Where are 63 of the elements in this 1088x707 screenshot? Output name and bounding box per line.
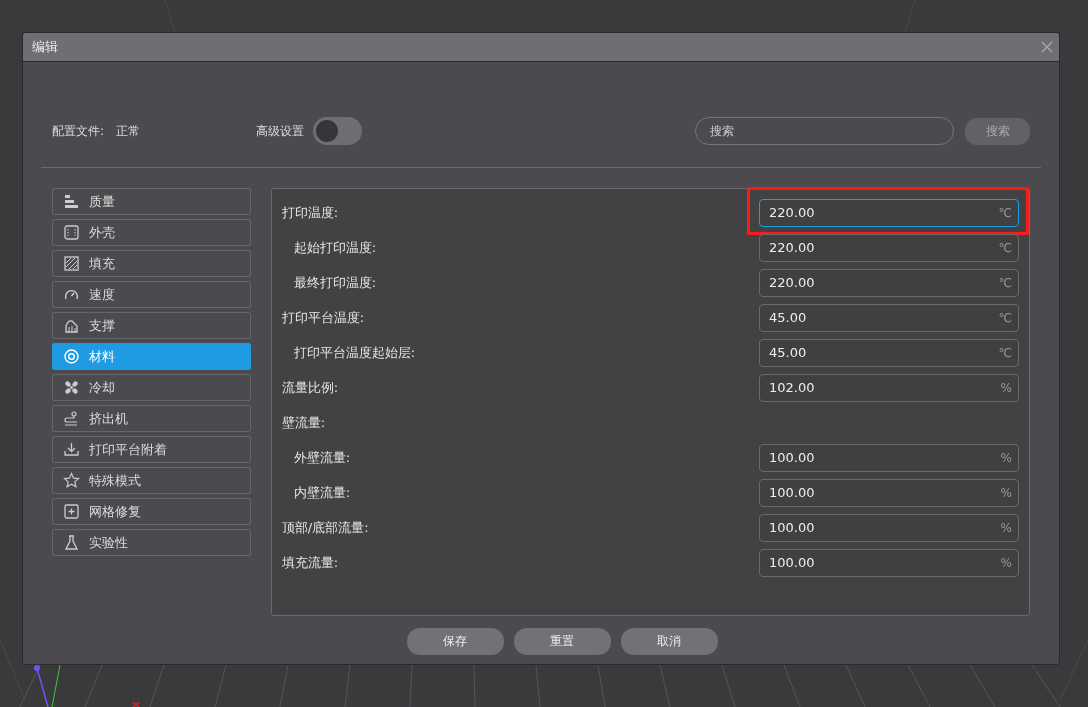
- value-field[interactable]: 45.00 ℃: [759, 338, 1019, 367]
- value-field[interactable]: 102.00 %: [759, 373, 1019, 402]
- value-field[interactable]: 220.00 ℃: [759, 198, 1019, 227]
- setting-label: 内壁流量:: [292, 483, 351, 502]
- setting-label: 打印平台温度:: [281, 308, 365, 327]
- setting-label: 打印平台温度起始层:: [292, 343, 416, 362]
- value-field[interactable]: 100.00 %: [759, 548, 1019, 577]
- download-tray-icon: [63, 441, 80, 458]
- advanced-settings-label: 高级设置: [256, 122, 305, 140]
- bars-icon: [63, 193, 80, 210]
- unit-label: ℃: [998, 345, 1012, 360]
- profile-value: 正常: [116, 122, 141, 140]
- plus-square-icon: [63, 503, 80, 520]
- category-item[interactable]: 质量: [52, 188, 251, 215]
- setting-label: 填充流量:: [281, 553, 339, 572]
- category-item[interactable]: 外壳: [52, 219, 251, 246]
- unit-label: %: [1000, 485, 1012, 500]
- setting-label: 壁流量:: [281, 413, 326, 432]
- extruder-icon: [63, 410, 80, 427]
- unit-label: ℃: [998, 275, 1012, 290]
- setting-label: 流量比例:: [281, 378, 339, 397]
- value-field[interactable]: 220.00 ℃: [759, 268, 1019, 297]
- setting-label: 最终打印温度:: [292, 273, 377, 292]
- unit-label: %: [1000, 520, 1012, 535]
- unit-label: %: [1000, 450, 1012, 465]
- setting-label: 外壁流量:: [292, 448, 351, 467]
- category-item[interactable]: 挤出机: [52, 405, 251, 432]
- dialog-button[interactable]: 保存: [406, 628, 504, 655]
- window-title: 编辑: [32, 38, 58, 56]
- category-item[interactable]: 实验性: [52, 529, 251, 556]
- dialog-button[interactable]: 取消: [620, 628, 718, 655]
- category-item[interactable]: 特殊模式: [52, 467, 251, 494]
- setting-label: 起始打印温度:: [292, 238, 377, 257]
- search-field[interactable]: 搜索: [695, 117, 954, 145]
- support-icon: [63, 317, 80, 334]
- star-icon: [63, 472, 80, 489]
- value-field[interactable]: 100.00 %: [759, 478, 1019, 507]
- fan-icon: [63, 379, 80, 396]
- flask-icon: [63, 534, 80, 551]
- category-item[interactable]: 网格修复: [52, 498, 251, 525]
- unit-label: ℃: [998, 240, 1012, 255]
- unit-label: ℃: [998, 310, 1012, 325]
- setting-label: 顶部/底部流量:: [281, 518, 369, 537]
- category-item[interactable]: 填充: [52, 250, 251, 277]
- value-field[interactable]: 100.00 %: [759, 443, 1019, 472]
- ring-icon: [63, 348, 80, 365]
- dialog-button[interactable]: 重置: [513, 628, 611, 655]
- unit-label: ℃: [998, 205, 1012, 220]
- close-icon[interactable]: [1041, 41, 1053, 53]
- profile-label: 配置文件:: [52, 122, 105, 140]
- value-field[interactable]: 220.00 ℃: [759, 233, 1019, 262]
- category-item[interactable]: 打印平台附着: [52, 436, 251, 463]
- setting-label: 打印温度:: [281, 203, 339, 222]
- toggle-switch[interactable]: [313, 117, 363, 145]
- value-field[interactable]: 100.00 %: [759, 513, 1019, 542]
- category-item[interactable]: 支撑: [52, 312, 251, 339]
- unit-label: %: [1000, 555, 1012, 570]
- category-item[interactable]: 冷却: [52, 374, 251, 401]
- value-field[interactable]: 45.00 ℃: [759, 303, 1019, 332]
- hatched-square-icon: [63, 255, 80, 272]
- unit-label: %: [1000, 380, 1012, 395]
- square-icon: [63, 224, 80, 241]
- category-item[interactable]: 速度: [52, 281, 251, 308]
